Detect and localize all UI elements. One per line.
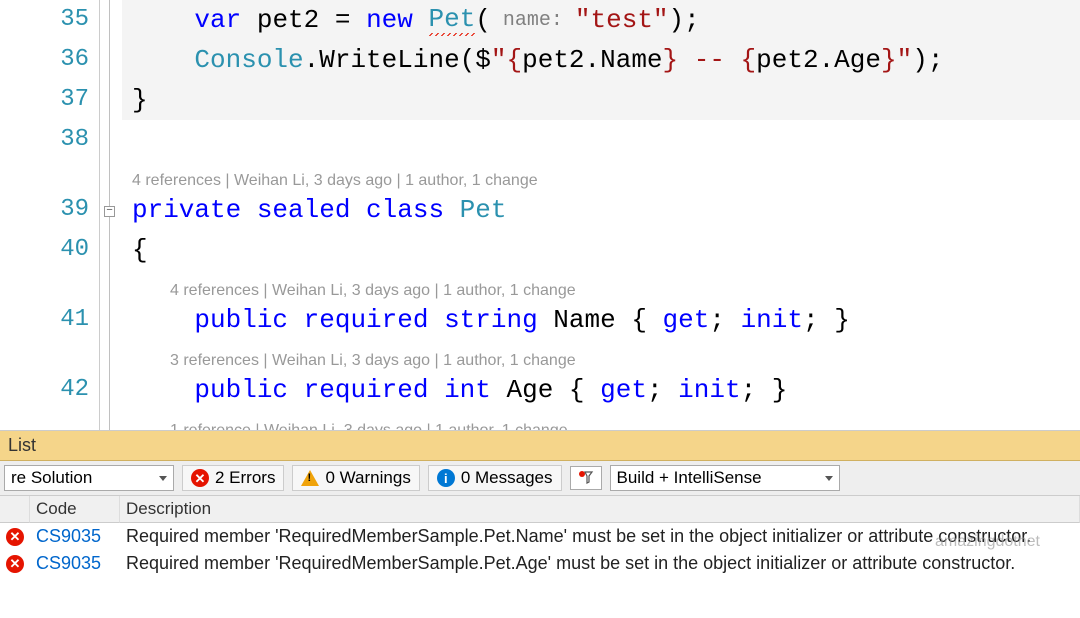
filter-icon [577,469,595,487]
code-line[interactable]: var pet2 = new Pet( name: "test"); [122,0,1080,40]
code-area[interactable]: var pet2 = new Pet( name: "test"); Conso… [122,0,1080,430]
codelens[interactable]: 4 references | Weihan Li, 3 days ago | 1… [122,160,1080,190]
filter-button[interactable] [570,466,602,490]
col-code-header[interactable]: Code [30,496,120,523]
errors-count-label: 2 Errors [215,468,275,488]
code-line[interactable]: public required int Age { get; init; } [122,370,1080,410]
line-number: 36 [0,40,89,80]
line-number: 35 [0,0,89,40]
line-number: 41 [0,270,89,340]
inline-parameter-hint: name: [491,9,575,32]
codelens[interactable]: 4 references | Weihan Li, 3 days ago | 1… [122,270,1080,300]
error-icon: ✕ [191,469,209,487]
error-code[interactable]: CS9035 [30,550,120,577]
mode-dropdown[interactable]: Build + IntelliSense [610,465,840,491]
error-grid: Code Description ✕ CS9035 Required membe… [0,496,1080,577]
line-number: 42 [0,340,89,410]
fold-column: − [100,0,122,430]
error-description: Required member 'RequiredMemberSample.Pe… [120,550,1080,577]
code-line[interactable]: public required string Name { get; init;… [122,300,1080,340]
error-icon: ✕ [6,528,24,546]
info-icon: i [437,469,455,487]
errors-filter-button[interactable]: ✕ 2 Errors [182,465,284,491]
error-squiggle[interactable]: Pet [428,4,475,36]
line-number-gutter: 35 36 37 38 39 40 41 42 [0,0,100,430]
scope-dropdown[interactable]: re Solution [4,465,174,491]
code-line[interactable]: Console.WriteLine($"{pet2.Name} -- {pet2… [122,40,1080,80]
code-line[interactable]: private sealed class Pet [122,190,1080,230]
code-line[interactable]: { [122,230,1080,270]
warning-icon [301,470,319,486]
error-icon: ✕ [6,555,24,573]
panel-toolbar: re Solution ✕ 2 Errors 0 Warnings i 0 Me… [0,461,1080,496]
warnings-filter-button[interactable]: 0 Warnings [292,465,419,491]
messages-count-label: 0 Messages [461,468,553,488]
error-description: Required member 'RequiredMemberSample.Pe… [120,523,1080,550]
error-list-panel: List re Solution ✕ 2 Errors 0 Warnings i… [0,430,1080,577]
line-number: 40 [0,230,89,270]
messages-filter-button[interactable]: i 0 Messages [428,465,562,491]
fold-toggle-icon[interactable]: − [104,206,115,217]
code-line[interactable] [122,120,1080,160]
col-description-header[interactable]: Description [120,496,1080,523]
codelens[interactable]: 3 references | Weihan Li, 3 days ago | 1… [122,340,1080,370]
col-icon-header[interactable] [0,496,30,523]
error-code[interactable]: CS9035 [30,523,120,550]
code-editor[interactable]: 35 36 37 38 39 40 41 42 − var pet2 = new… [0,0,1080,430]
code-line[interactable]: } [122,80,1080,120]
codelens[interactable]: 1 reference | Weihan Li, 3 days ago | 1 … [122,410,1080,430]
line-number: 38 [0,120,89,160]
line-number: 37 [0,80,89,120]
panel-title[interactable]: List [0,431,1080,461]
warnings-count-label: 0 Warnings [325,468,410,488]
line-number: 39 [0,160,89,230]
